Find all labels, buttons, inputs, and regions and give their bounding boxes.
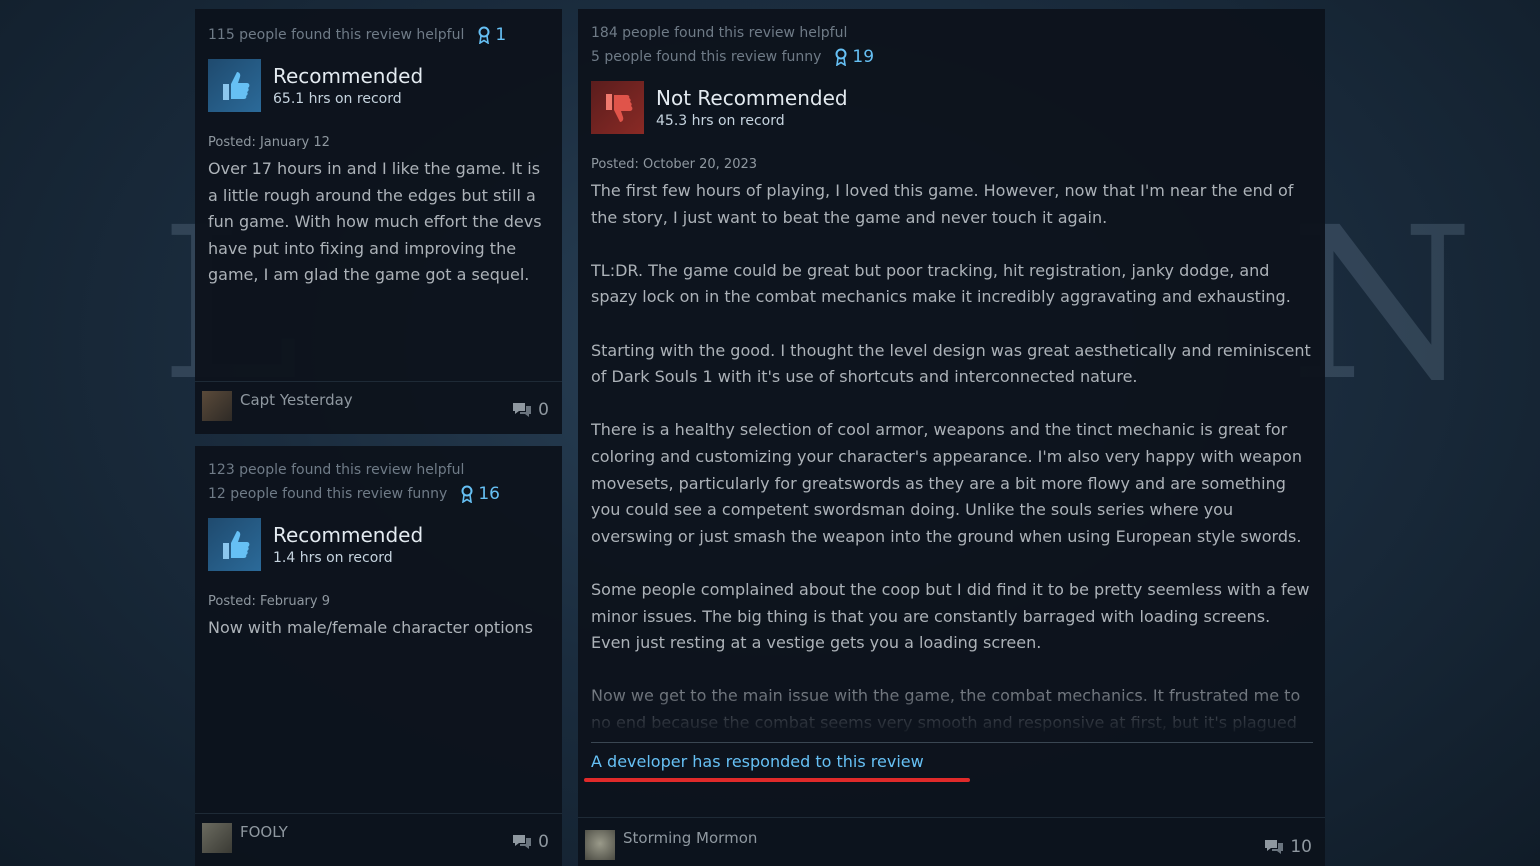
verdict-title: Not Recommended bbox=[656, 85, 848, 110]
award-count: 16 bbox=[478, 484, 500, 504]
username[interactable]: FOOLY bbox=[240, 823, 288, 841]
username[interactable]: Storming Mormon bbox=[623, 829, 757, 847]
verdict-block: Recommended 1.4 hrs on record bbox=[208, 518, 549, 571]
funny-count: 12 people found this review funny bbox=[208, 486, 448, 502]
award-count: 1 bbox=[495, 25, 507, 45]
helpful-count: 115 people found this review helpful bbox=[208, 27, 465, 43]
review-card: 184 people found this review helpful 5 p… bbox=[578, 9, 1325, 866]
review-text: The first few hours of playing, I loved … bbox=[591, 178, 1313, 736]
hours-on-record: 45.3 hrs on record bbox=[656, 112, 785, 129]
comment-count: 0 bbox=[538, 400, 549, 420]
divider bbox=[591, 742, 1313, 743]
review-footer: FOOLY 0 bbox=[195, 813, 562, 866]
award-ribbon-icon bbox=[478, 26, 490, 44]
verdict-block: Recommended 65.1 hrs on record bbox=[208, 59, 549, 112]
award-button[interactable]: 1 bbox=[478, 25, 506, 45]
review-paragraph: There is a healthy selection of cool arm… bbox=[591, 420, 1302, 546]
verdict-block: Not Recommended 45.3 hrs on record bbox=[591, 81, 1313, 134]
thumbs-up-icon bbox=[208, 518, 261, 571]
review-card: 123 people found this review helpful 12 … bbox=[195, 446, 562, 866]
comment-button[interactable]: 10 bbox=[1264, 837, 1312, 857]
award-ribbon-icon bbox=[835, 48, 847, 66]
review-text: Now with male/female character options bbox=[208, 618, 533, 637]
review-paragraph: The first few hours of playing, I loved … bbox=[591, 181, 1294, 227]
award-ribbon-icon bbox=[461, 485, 473, 503]
funny-count: 5 people found this review funny bbox=[591, 49, 822, 65]
avatar[interactable] bbox=[202, 823, 232, 853]
review-paragraph: Some people complained about the coop bu… bbox=[591, 579, 1310, 653]
hours-on-record: 65.1 hrs on record bbox=[273, 90, 402, 107]
comment-count: 10 bbox=[1290, 837, 1312, 857]
developer-response-link[interactable]: A developer has responded to this review bbox=[591, 752, 924, 771]
helpful-count: 184 people found this review helpful bbox=[591, 25, 848, 41]
thumbs-down-icon bbox=[591, 81, 644, 134]
posted-date: Posted: October 20, 2023 bbox=[591, 157, 758, 172]
review-card: 115 people found this review helpful 1 R… bbox=[195, 9, 562, 434]
hours-on-record: 1.4 hrs on record bbox=[273, 549, 393, 566]
avatar[interactable] bbox=[202, 391, 232, 421]
highlight-underline bbox=[584, 778, 970, 782]
username[interactable]: Capt Yesterday bbox=[240, 391, 353, 409]
award-button[interactable]: 19 bbox=[835, 47, 874, 67]
review-paragraph: TL:DR. The game could be great but poor … bbox=[591, 260, 1291, 307]
comment-button[interactable]: 0 bbox=[512, 832, 549, 852]
comment-count: 0 bbox=[538, 832, 549, 852]
helpful-count: 123 people found this review helpful bbox=[208, 462, 465, 478]
thumbs-up-icon bbox=[208, 59, 261, 112]
review-paragraph: Starting with the good. I thought the le… bbox=[591, 340, 1311, 387]
award-button[interactable]: 16 bbox=[461, 484, 500, 504]
comment-icon bbox=[513, 403, 532, 417]
review-paragraph: Now we get to the main issue with the ga… bbox=[591, 686, 1301, 732]
verdict-title: Recommended bbox=[273, 63, 424, 88]
posted-date: Posted: January 12 bbox=[208, 135, 330, 150]
avatar[interactable] bbox=[585, 830, 615, 860]
review-footer: Capt Yesterday 0 bbox=[195, 381, 562, 434]
award-count: 19 bbox=[852, 47, 875, 67]
comment-icon bbox=[1265, 840, 1284, 854]
review-footer: Storming Mormon 10 bbox=[578, 817, 1325, 866]
posted-date: Posted: February 9 bbox=[208, 594, 330, 609]
verdict-title: Recommended bbox=[273, 522, 424, 547]
review-text: Over 17 hours in and I like the game. It… bbox=[208, 159, 542, 285]
comment-button[interactable]: 0 bbox=[512, 400, 549, 420]
comment-icon bbox=[513, 835, 532, 849]
